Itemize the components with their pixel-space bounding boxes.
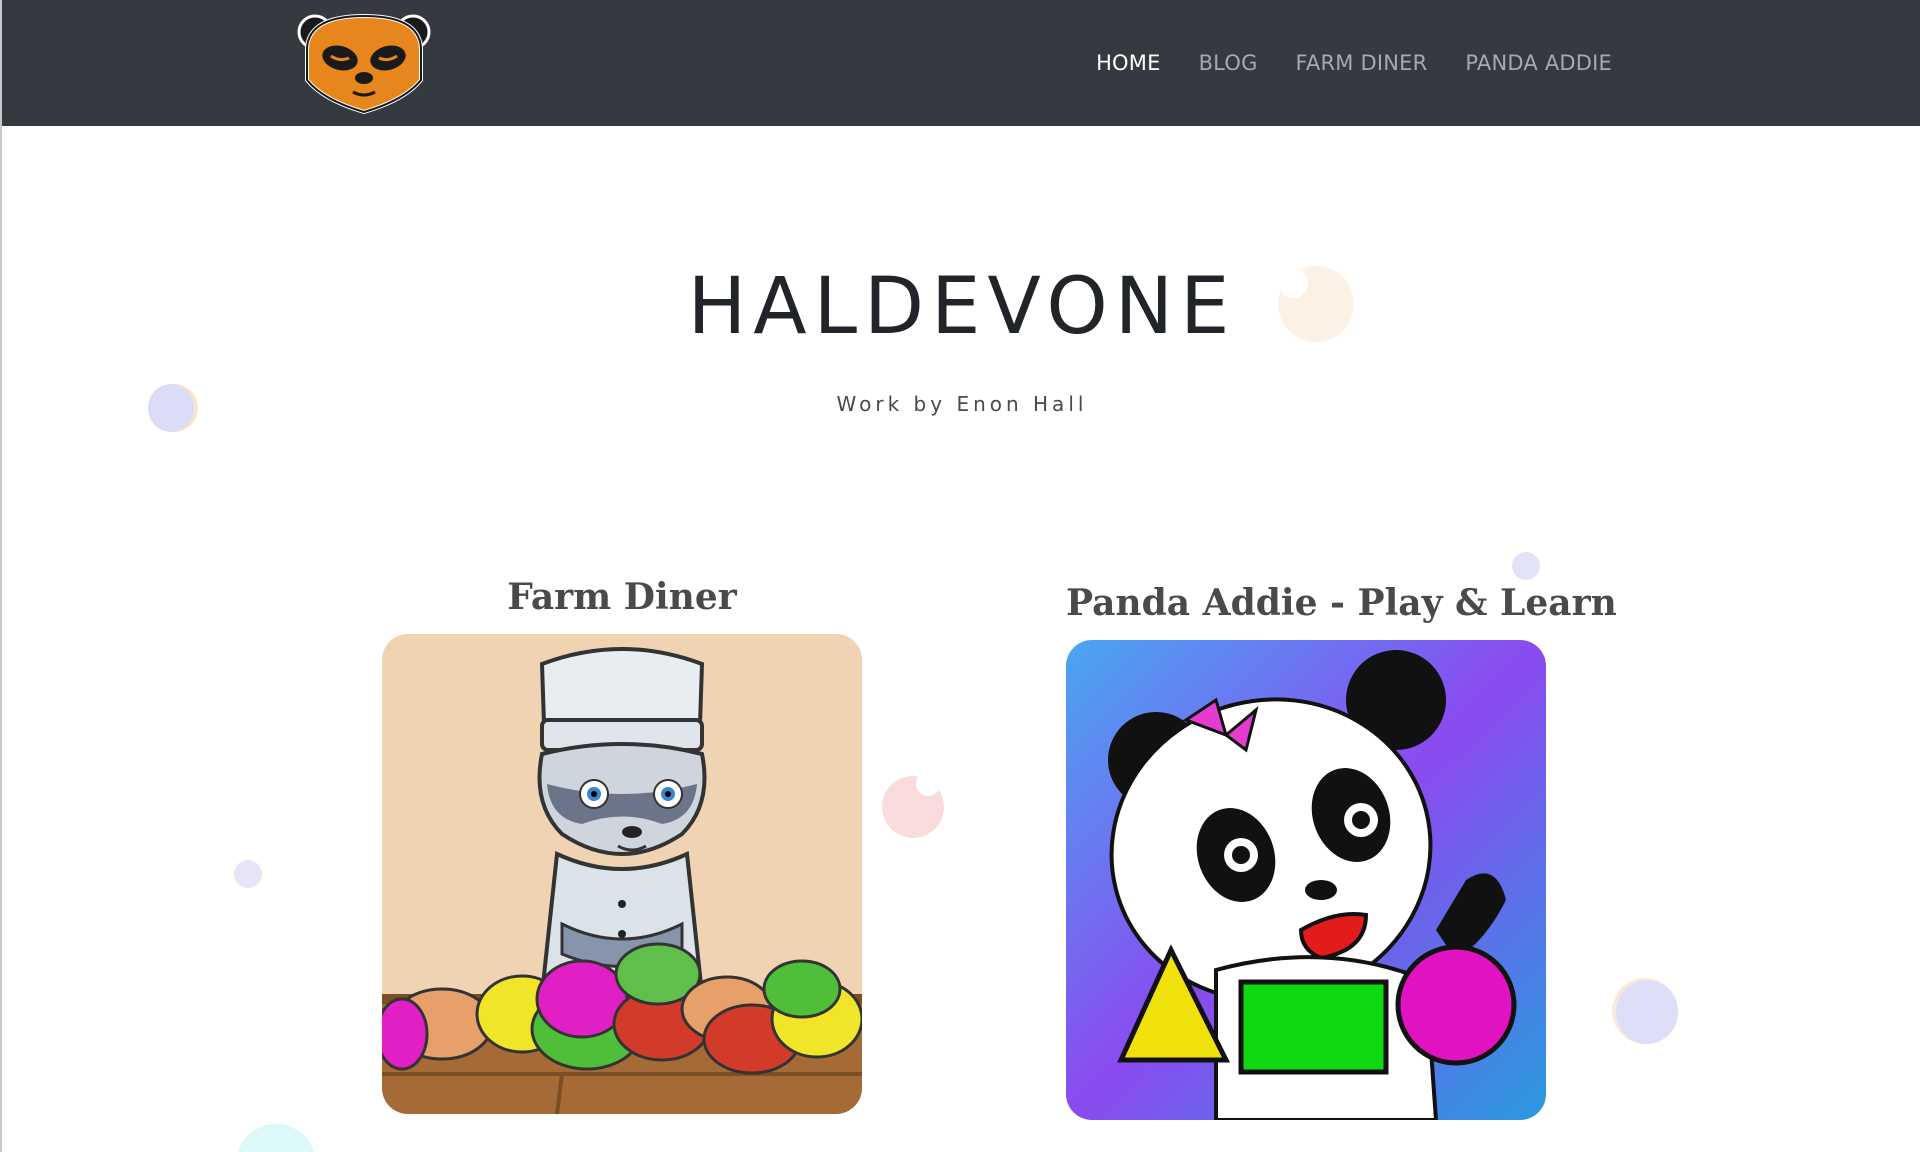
raccoon-chef-icon[interactable] [382, 634, 862, 1114]
page: HOME BLOG FARM DINER PANDA ADDIE HALDEVO… [0, 0, 1920, 1152]
project-card-panda-addie: Panda Addie - Play & Learn [1066, 582, 1617, 1120]
nav-home-link[interactable]: HOME [1096, 51, 1161, 75]
panda-shapes-icon[interactable] [1066, 640, 1546, 1120]
nav-panda-addie-link[interactable]: PANDA ADDIE [1465, 51, 1612, 75]
decorative-bubble [234, 860, 262, 888]
nav-blog-link[interactable]: BLOG [1199, 51, 1258, 75]
nav-menu: HOME BLOG FARM DINER PANDA ADDIE [1096, 0, 1612, 126]
decorative-bubble [236, 1124, 316, 1152]
project-card-farm-diner: Farm Diner [382, 576, 862, 1114]
navbar: HOME BLOG FARM DINER PANDA ADDIE [2, 0, 1920, 126]
project-title-farm-diner[interactable]: Farm Diner [382, 576, 862, 618]
decorative-bubble [1616, 980, 1678, 1044]
decorative-bubble [916, 772, 940, 796]
panda-logo-icon[interactable] [295, 8, 433, 115]
nav-farm-diner-link[interactable]: FARM DINER [1296, 51, 1428, 75]
decorative-bubble [1512, 552, 1540, 580]
site-title: HALDEVONE [687, 262, 1237, 352]
project-title-panda-addie[interactable]: Panda Addie - Play & Learn [1066, 582, 1617, 624]
site-subtitle: Work by Enon Hall [836, 392, 1088, 416]
